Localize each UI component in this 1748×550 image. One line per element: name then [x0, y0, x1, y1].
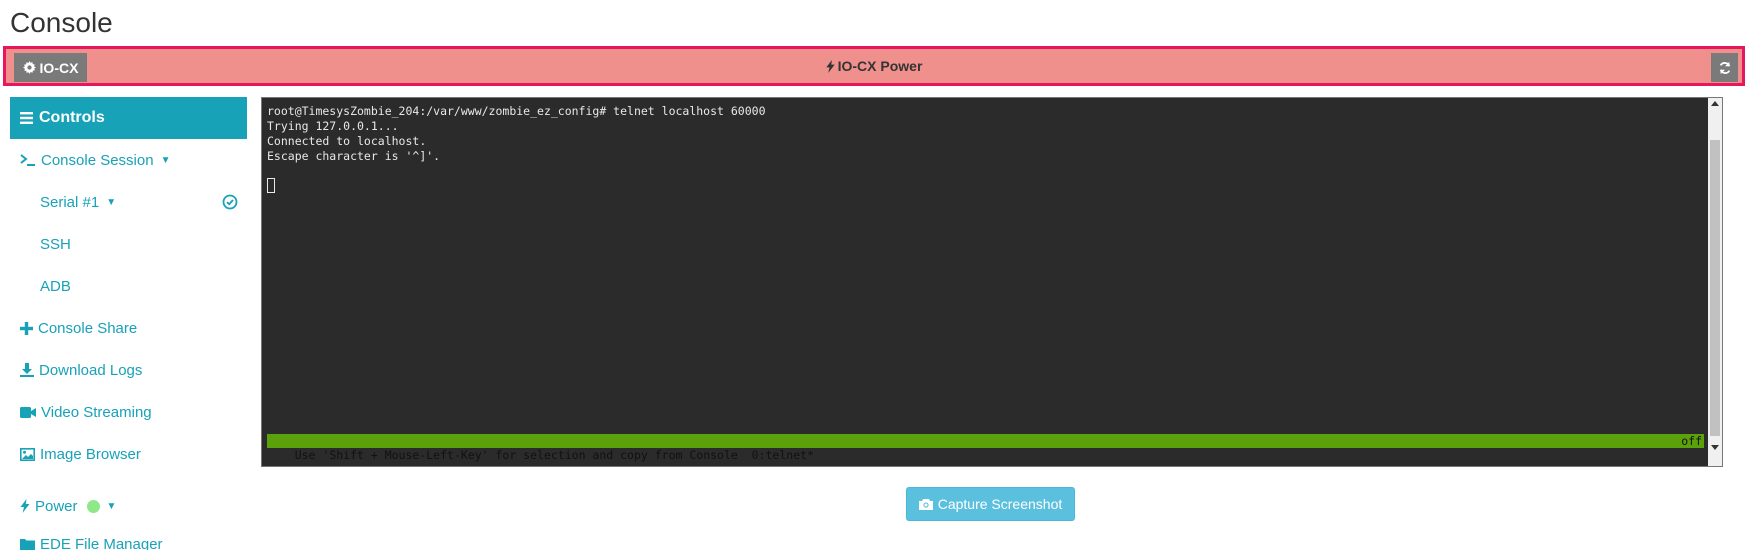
console-terminal[interactable]: root@TimesysZombie_204:/var/www/zombie_e…: [261, 97, 1723, 467]
caret-down-icon: ▼: [160, 154, 171, 166]
video-camera-icon: [20, 406, 36, 418]
download-icon: [20, 363, 34, 377]
device-settings-button[interactable]: IO-CX: [14, 53, 87, 82]
capture-screenshot-label: Capture Screenshot: [937, 496, 1063, 512]
sidebar-item-label: Console Session: [41, 151, 154, 169]
bolt-icon: [825, 59, 835, 73]
sidebar-item-download-logs[interactable]: Download Logs: [10, 349, 247, 391]
terminal-cursor: [267, 178, 275, 193]
scroll-down-icon[interactable]: [1711, 445, 1719, 450]
console-line: Connected to localhost.: [267, 134, 427, 148]
refresh-icon: [1719, 61, 1730, 74]
bars-icon: [20, 112, 33, 124]
scrollbar-thumb[interactable]: [1710, 140, 1720, 436]
scroll-up-icon[interactable]: [1711, 101, 1719, 106]
console-output: root@TimesysZombie_204:/var/www/zombie_e…: [267, 104, 766, 164]
capture-screenshot-button[interactable]: Capture Screenshot: [906, 487, 1075, 521]
camera-icon: [918, 499, 933, 510]
sidebar-item-label: Serial #1: [40, 193, 100, 211]
sidebar-item-serial-1[interactable]: Serial #1 ▼: [10, 181, 247, 223]
power-status-dot: [86, 499, 100, 513]
status-left-text: Use 'Shift + Mouse-Left-Key' for selecti…: [294, 448, 814, 462]
sidebar-item-video-streaming[interactable]: Video Streaming: [10, 391, 247, 433]
console-line: root@TimesysZombie_204:/var/www/zombie_e…: [267, 104, 766, 118]
sidebar-item-label: ADB: [40, 277, 71, 295]
sidebar-item-label: EDE File Manager: [40, 535, 163, 550]
refresh-button[interactable]: [1711, 53, 1738, 82]
sidebar-item-adb[interactable]: ADB: [10, 265, 247, 307]
device-label: IO-CX: [39, 59, 79, 76]
sidebar-item-image-browser[interactable]: Image Browser: [10, 433, 247, 475]
console-line: Escape character is '^]'.: [267, 149, 441, 163]
sidebar: Controls Console Session ▼ Serial #1 ▼ S…: [10, 97, 247, 550]
image-icon: [20, 447, 35, 461]
sidebar-item-label: Download Logs: [39, 361, 143, 379]
plus-icon: [20, 321, 33, 335]
sidebar-item-label: Power: [35, 497, 78, 515]
caret-down-icon: ▼: [106, 500, 117, 512]
tmux-status-line: Use 'Shift + Mouse-Left-Key' for selecti…: [267, 434, 1704, 462]
sidebar-item-label: Image Browser: [40, 445, 141, 463]
sidebar-item-label: SSH: [40, 235, 71, 253]
sidebar-item-ede-file-manager[interactable]: EDE File Manager: [10, 523, 247, 550]
sidebar-header-controls[interactable]: Controls: [10, 97, 247, 139]
sidebar-item-power[interactable]: Power ▼: [10, 485, 247, 527]
sidebar-header-label: Controls: [39, 109, 105, 126]
caret-down-icon: ▼: [106, 196, 117, 208]
sidebar-item-label: Console Share: [38, 319, 138, 337]
folder-icon: [20, 539, 35, 550]
sidebar-item-label: Video Streaming: [41, 403, 152, 421]
page-title: Console: [10, 7, 113, 38]
power-bar: IO-CX IO-CX Power: [3, 46, 1745, 86]
sidebar-item-ssh[interactable]: SSH: [10, 223, 247, 265]
bolt-icon: [20, 499, 30, 513]
gear-icon: [22, 61, 36, 74]
power-title: IO-CX Power: [6, 49, 1742, 83]
console-scrollbar[interactable]: [1708, 98, 1722, 466]
terminal-icon: [20, 154, 35, 166]
sidebar-item-console-share[interactable]: Console Share: [10, 307, 247, 349]
status-right-text: off: [1681, 434, 1702, 448]
check-circle-icon: [222, 194, 238, 210]
power-title-text: IO-CX Power: [837, 58, 923, 74]
sidebar-item-console-session[interactable]: Console Session ▼: [10, 139, 247, 181]
console-line: Trying 127.0.0.1...: [267, 119, 399, 133]
